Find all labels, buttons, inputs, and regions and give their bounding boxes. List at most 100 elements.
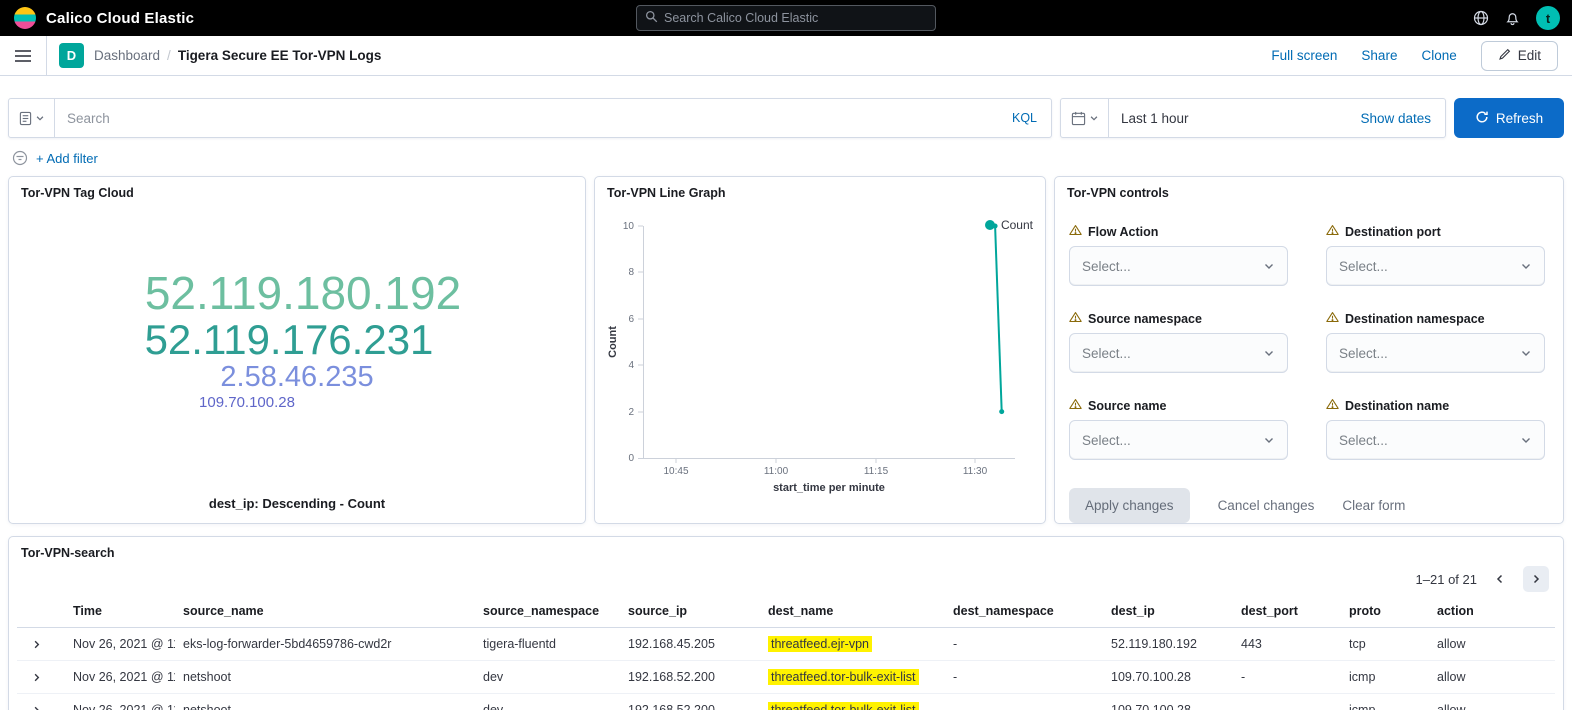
highlighted-value: threatfeed.tor-bulk-exit-list <box>768 669 919 685</box>
kql-syntax-button[interactable]: KQL <box>998 111 1051 125</box>
saved-query-menu-button[interactable] <box>9 99 55 137</box>
tag-cloud-term[interactable]: 109.70.100.28 <box>199 395 295 411</box>
calendar-icon-button[interactable] <box>1061 99 1109 137</box>
column-header-dest-namespace[interactable]: dest_namespace <box>945 596 1103 628</box>
control-label: Destination port <box>1345 225 1441 239</box>
global-search-input[interactable] <box>664 11 927 25</box>
control-destination-name: Destination name Select... <box>1326 398 1545 460</box>
control-label: Destination namespace <box>1345 312 1485 326</box>
x-tick-label: 11:15 <box>864 466 889 477</box>
column-header-dest-port[interactable]: dest_port <box>1233 596 1341 628</box>
time-range-label[interactable]: Last 1 hour <box>1109 111 1201 126</box>
cell-source-namespace: dev <box>475 694 620 710</box>
search-panel-title[interactable]: Tor-VPN-search <box>9 537 1563 560</box>
full-screen-link[interactable]: Full screen <box>1271 48 1337 63</box>
dashboard-panels: Tor-VPN Tag Cloud 52.119.180.192 52.119.… <box>0 170 1572 530</box>
column-header-source-name[interactable]: source_name <box>175 596 475 628</box>
highlighted-value: threatfeed.tor-bulk-exit-list <box>768 702 919 710</box>
kql-search-input[interactable] <box>55 111 998 126</box>
breadcrumb-dashboard[interactable]: Dashboard <box>94 48 160 63</box>
chevron-down-icon <box>35 113 45 123</box>
y-tick-label: 6 <box>628 314 634 325</box>
cell-proto: icmp <box>1341 694 1429 710</box>
line-graph-panel-title[interactable]: Tor-VPN Line Graph <box>595 177 1045 200</box>
tag-cloud-caption: dest_ip: Descending - Count <box>9 496 585 511</box>
column-header-time[interactable]: Time <box>65 596 175 628</box>
dashboard-app-badge[interactable]: D <box>59 43 84 68</box>
globe-icon[interactable] <box>1473 10 1489 26</box>
menu-icon[interactable] <box>0 36 47 75</box>
cell-action: allow <box>1429 694 1555 710</box>
table-row: Nov 26, 2021 @ 11:35:04.000 netshoot dev… <box>17 661 1555 694</box>
column-header-proto[interactable]: proto <box>1341 596 1429 628</box>
next-page-button[interactable] <box>1523 566 1549 592</box>
tag-cloud-term[interactable]: 2.58.46.235 <box>220 362 373 392</box>
control-label: Source name <box>1088 399 1167 413</box>
y-axis-label: Count <box>607 326 619 358</box>
column-header-dest-name[interactable]: dest_name <box>760 596 945 628</box>
tag-cloud-term[interactable]: 52.119.180.192 <box>145 269 461 317</box>
controls-panel-title[interactable]: Tor-VPN controls <box>1055 177 1563 200</box>
chevron-down-icon <box>1263 434 1275 446</box>
column-header-source-namespace[interactable]: source_namespace <box>475 596 620 628</box>
source-namespace-select[interactable]: Select... <box>1069 333 1288 373</box>
chart-legend[interactable]: Count <box>985 218 1033 232</box>
expand-row-icon[interactable] <box>25 705 42 710</box>
column-header-dest-ip[interactable]: dest_ip <box>1103 596 1233 628</box>
expand-row-icon[interactable] <box>25 639 42 650</box>
elastic-logo[interactable] <box>14 7 36 29</box>
add-filter-link[interactable]: + Add filter <box>36 151 98 166</box>
cell-dest-port: 443 <box>1233 628 1341 661</box>
user-avatar[interactable]: t <box>1536 6 1560 30</box>
warning-icon <box>1069 224 1082 239</box>
y-tick-label: 8 <box>628 267 634 278</box>
kql-search-box[interactable]: KQL <box>8 98 1052 138</box>
cell-dest-ip: 109.70.100.28 <box>1103 661 1233 694</box>
share-link[interactable]: Share <box>1361 48 1397 63</box>
tag-cloud-panel: Tor-VPN Tag Cloud 52.119.180.192 52.119.… <box>8 176 586 524</box>
expand-row-icon[interactable] <box>25 672 42 683</box>
table-row: Nov 26, 2021 @ 11:34:54.000 netshoot dev… <box>17 694 1555 710</box>
chevron-down-icon <box>1089 113 1099 123</box>
column-header-action[interactable]: action <box>1429 596 1555 628</box>
pencil-icon <box>1498 48 1511 64</box>
time-picker[interactable]: Last 1 hour Show dates <box>1060 98 1446 138</box>
edit-button[interactable]: Edit <box>1481 41 1558 71</box>
search-results-panel: Tor-VPN-search 1–21 of 21 Time source_na… <box>8 536 1564 710</box>
destination-namespace-select[interactable]: Select... <box>1326 333 1545 373</box>
alerts-icon[interactable] <box>1505 10 1520 26</box>
previous-page-button[interactable] <box>1487 566 1513 592</box>
control-label: Flow Action <box>1088 225 1158 239</box>
chevron-down-icon <box>1520 347 1532 359</box>
y-tick-label: 10 <box>623 221 635 232</box>
y-tick-label: 4 <box>628 360 634 371</box>
destination-port-select[interactable]: Select... <box>1326 246 1545 286</box>
cell-dest-name: threatfeed.tor-bulk-exit-list <box>760 694 945 710</box>
show-dates-link[interactable]: Show dates <box>1360 111 1445 126</box>
warning-icon <box>1326 398 1339 413</box>
highlighted-value: threatfeed.ejr-vpn <box>768 636 872 652</box>
count-series <box>993 224 1005 415</box>
cell-action: allow <box>1429 628 1555 661</box>
global-search-box[interactable] <box>636 5 936 31</box>
control-destination-namespace: Destination namespace Select... <box>1326 311 1545 373</box>
control-destination-port: Destination port Select... <box>1326 224 1545 286</box>
tag-cloud-panel-title[interactable]: Tor-VPN Tag Cloud <box>9 177 585 200</box>
clone-link[interactable]: Clone <box>1421 48 1456 63</box>
refresh-button[interactable]: Refresh <box>1454 98 1564 138</box>
cancel-changes-button[interactable]: Cancel changes <box>1218 498 1315 513</box>
destination-name-select[interactable]: Select... <box>1326 420 1545 460</box>
edit-button-label: Edit <box>1518 48 1541 63</box>
flow-action-select[interactable]: Select... <box>1069 246 1288 286</box>
breadcrumb-current: Tigera Secure EE Tor-VPN Logs <box>178 48 382 63</box>
search-icon <box>645 10 658 26</box>
column-header-source-ip[interactable]: source_ip <box>620 596 760 628</box>
tag-cloud-term[interactable]: 52.119.176.231 <box>145 318 434 362</box>
select-placeholder: Select... <box>1339 433 1388 448</box>
source-name-select[interactable]: Select... <box>1069 420 1288 460</box>
warning-icon <box>1069 311 1082 326</box>
filter-icon[interactable] <box>12 150 28 166</box>
clear-form-button[interactable]: Clear form <box>1342 498 1405 513</box>
apply-changes-button[interactable]: Apply changes <box>1069 488 1190 523</box>
select-placeholder: Select... <box>1082 433 1131 448</box>
